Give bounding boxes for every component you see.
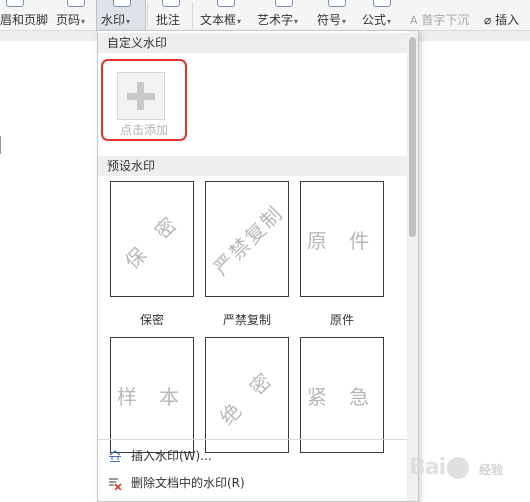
chevron-down-icon: ▾: [387, 17, 392, 26]
formula-label: 公式: [362, 13, 387, 27]
dropcap-button[interactable]: A 首字下沉: [410, 0, 478, 30]
watermark-preview-text: 原 件: [306, 228, 378, 253]
symbol-label: 符号: [317, 13, 342, 27]
preset-watermark-header: 预设水印: [98, 156, 408, 176]
textbox-label: 文本框: [200, 13, 237, 27]
preset-watermark-tile[interactable]: 原 件: [300, 181, 384, 297]
watermark-preview-text: 严禁复制: [208, 200, 288, 280]
insert-watermark-icon: [109, 450, 121, 462]
watermark-preview-text: 绝 密: [214, 362, 282, 430]
textbox-button[interactable]: 文本框▾: [200, 0, 250, 30]
site-watermark-logo: Bai 经验: [409, 455, 525, 487]
insert-watermark-item[interactable]: 插入水印(W)...: [98, 443, 408, 469]
insert-watermark-label: 插入水印(W)...: [131, 449, 212, 463]
ribbon-divider: [147, 2, 148, 28]
ribbon-toolbar: 眉和页脚 页码▾ 水印▾ 批注 文本框▾ 艺术字▾ 符号▾ 公式▾ A 首字下沉…: [0, 0, 530, 31]
paw-icon: [447, 457, 469, 479]
dropcap-icon: A: [410, 14, 418, 27]
scrollbar-thumb[interactable]: [409, 37, 416, 237]
watermark-preview-text: 紧 急: [306, 384, 378, 409]
preset-watermark-label: 保密: [139, 313, 164, 327]
preset-watermark-tile[interactable]: 绝 密: [205, 337, 289, 453]
header-footer-icon: [6, 0, 24, 7]
paperclip-icon: ⌀: [484, 13, 492, 27]
symbol-button[interactable]: 符号▾: [317, 0, 355, 30]
chevron-down-icon: ▾: [81, 17, 86, 26]
plus-icon-vertical: [137, 82, 144, 110]
formula-button[interactable]: 公式▾: [362, 0, 400, 30]
textbox-icon: [217, 0, 235, 7]
watermark-preview-text: 样 本: [116, 384, 188, 409]
preset-watermark-tile[interactable]: 严禁复制: [205, 181, 289, 297]
formula-icon: [373, 0, 391, 7]
ribbon-divider: [192, 2, 193, 28]
header-footer-label: 眉和页脚: [0, 13, 49, 27]
add-custom-watermark[interactable]: 点击添加: [101, 59, 187, 141]
remove-watermark-label: 删除文档中的水印(R): [131, 476, 245, 490]
comment-button[interactable]: 批注: [156, 0, 184, 30]
delete-watermark-icon: [109, 478, 122, 490]
custom-watermark-header: 自定义水印: [98, 33, 408, 53]
dropcap-label: 首字下沉: [421, 13, 470, 27]
watermark-button[interactable]: 水印▾: [96, 0, 146, 31]
chevron-down-icon: ▾: [126, 17, 131, 26]
preset-watermark-tile[interactable]: 样 本: [110, 337, 194, 453]
comment-label: 批注: [156, 13, 181, 27]
wordart-button[interactable]: 艺术字▾: [257, 0, 309, 30]
insert-label: 插入: [495, 13, 520, 27]
chevron-down-icon: ▾: [294, 17, 299, 26]
watermark-preview-text: 保 密: [119, 206, 187, 274]
page-number-icon: [67, 0, 85, 7]
menu-scrollbar[interactable]: [407, 31, 418, 501]
chevron-down-icon: ▾: [237, 17, 242, 26]
preset-watermark-tile[interactable]: 紧 急: [300, 337, 384, 453]
watermark-dropdown: 自定义水印 点击添加 预设水印 保 密 保密 严禁复制 严禁复制 原 件 原件 …: [97, 30, 419, 502]
site-watermark-brand: Bai: [409, 455, 446, 480]
site-watermark-sub: 经验: [479, 463, 504, 477]
add-tile[interactable]: [117, 72, 165, 120]
preset-watermark-label: 严禁复制: [222, 313, 271, 327]
page-number-label: 页码: [56, 13, 81, 27]
header-footer-button[interactable]: 眉和页脚: [0, 0, 48, 30]
add-watermark-label: 点击添加: [119, 123, 168, 137]
wordart-label: 艺术字: [257, 13, 294, 27]
page-corner-marker: [0, 136, 3, 154]
insert-button[interactable]: ⌀ 插入: [484, 0, 530, 30]
preset-watermark-tile[interactable]: 保 密: [110, 181, 194, 297]
watermark-icon: [113, 0, 131, 7]
comment-icon: [162, 0, 180, 7]
chevron-down-icon: ▾: [342, 17, 347, 26]
preset-watermark-label: 原件: [329, 313, 354, 327]
menu-divider: [98, 439, 408, 440]
symbol-icon: [328, 0, 346, 7]
page-number-button[interactable]: 页码▾: [56, 0, 94, 30]
remove-watermark-item[interactable]: 删除文档中的水印(R): [98, 470, 408, 496]
watermark-label: 水印: [101, 13, 126, 27]
wordart-icon: [275, 0, 293, 7]
